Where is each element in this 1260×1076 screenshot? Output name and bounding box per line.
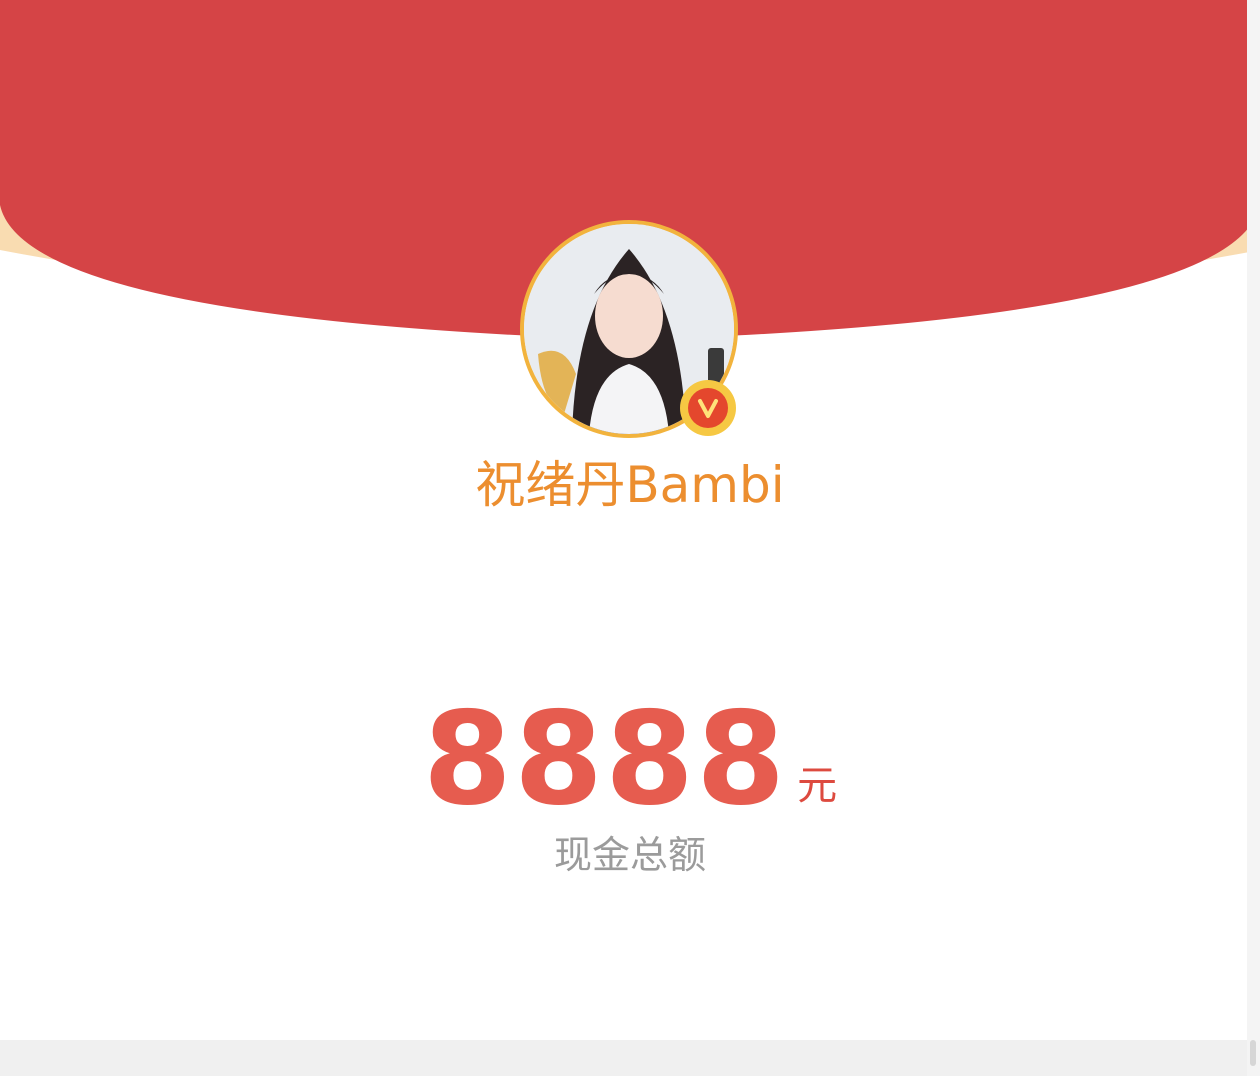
bottom-bar [0, 1040, 1260, 1076]
scrollbar-thumb[interactable] [1250, 1040, 1256, 1066]
verified-badge [680, 380, 736, 436]
verified-v-icon [688, 388, 728, 428]
red-packet-page: 祝绪丹Bambi 8888 元 现金总额 [0, 0, 1260, 1076]
cash-amount: 8888 [422, 685, 788, 834]
scrollbar-track[interactable] [1247, 0, 1260, 1076]
username[interactable]: 祝绪丹Bambi [0, 452, 1260, 518]
currency-unit: 元 [797, 763, 838, 809]
amount-label: 现金总额 [553, 833, 706, 877]
amount-row: 8888 元 [0, 690, 1260, 830]
